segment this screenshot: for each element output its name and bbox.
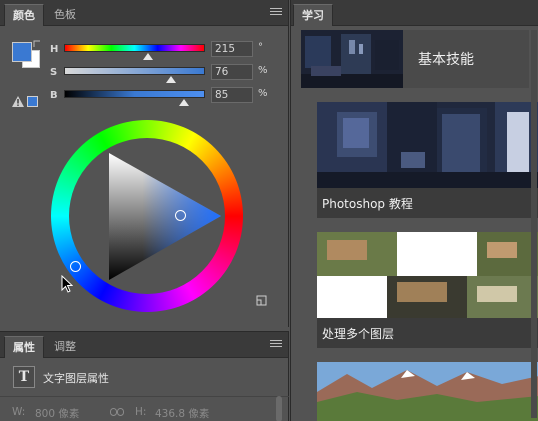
brightness-slider-track[interactable] xyxy=(64,90,205,98)
panel-menu-icon[interactable] xyxy=(270,8,282,17)
card-title: 处理多个图层 xyxy=(322,327,395,341)
card-thumbnail xyxy=(317,232,538,318)
learn-card-multiple-layers[interactable]: 处理多个图层 xyxy=(317,232,538,348)
properties-scrollbar[interactable] xyxy=(276,396,282,421)
height-label: H: xyxy=(135,406,147,418)
card-title: 基本技能 xyxy=(418,52,474,68)
type-layer-icon: T xyxy=(13,366,35,388)
learn-scrollbar[interactable] xyxy=(531,30,537,418)
properties-panel-tabbar: 属性 调整 xyxy=(0,332,288,358)
height-value[interactable]: 436.8 像素 xyxy=(155,406,209,421)
brightness-slider-thumb[interactable] xyxy=(178,99,189,106)
learn-panel-tabbar: 学习 xyxy=(291,0,538,26)
learn-panel: 学习 基本技能 Photoshop 教程 处理多个图层 xyxy=(290,0,538,421)
web-safe-color-swatch[interactable] xyxy=(27,96,38,107)
tab-swatches[interactable]: 色板 xyxy=(46,4,84,26)
brightness-label: B xyxy=(50,90,58,101)
saturation-unit: % xyxy=(258,65,268,76)
foreground-color-swatch[interactable] xyxy=(12,42,32,62)
swap-colors-icon[interactable] xyxy=(33,40,41,48)
panel-menu-icon[interactable] xyxy=(270,340,282,349)
saturation-brightness-triangle[interactable] xyxy=(51,120,243,312)
saturation-value-input[interactable]: 76 xyxy=(211,64,253,80)
triangle-picker-marker[interactable] xyxy=(175,210,186,221)
brightness-unit: % xyxy=(258,88,268,99)
saturation-label: S xyxy=(50,67,58,78)
card-thumbnail xyxy=(317,102,538,188)
card-title: Photoshop 教程 xyxy=(322,197,413,211)
hue-ring-marker[interactable] xyxy=(70,261,81,272)
saturation-slider-track[interactable] xyxy=(64,67,205,75)
color-cube-icon[interactable] xyxy=(256,295,267,306)
width-value[interactable]: 800 像素 xyxy=(35,406,79,421)
hue-label: H xyxy=(50,44,59,55)
hue-unit: ° xyxy=(258,42,263,53)
learn-card-basic-skills[interactable]: 基本技能 xyxy=(301,30,529,88)
color-panel-tabbar: 颜色 色板 xyxy=(0,0,288,26)
learn-card-photoshop-tutorial[interactable]: Photoshop 教程 xyxy=(317,102,538,218)
tab-color[interactable]: 颜色 xyxy=(4,4,44,26)
card-thumbnail xyxy=(317,362,538,421)
saturation-slider-thumb[interactable] xyxy=(166,76,177,83)
width-label: W: xyxy=(12,406,26,418)
brightness-value-input[interactable]: 85 xyxy=(211,87,253,103)
card-thumbnail xyxy=(301,30,403,88)
link-icon[interactable] xyxy=(110,408,124,416)
tab-adjustments[interactable]: 调整 xyxy=(46,336,84,358)
learn-card-landscape[interactable] xyxy=(317,362,538,421)
hue-slider-track[interactable] xyxy=(64,44,205,52)
out-of-gamut-warning-icon[interactable] xyxy=(12,96,24,107)
color-panel: 颜色 色板 H 215 ° S 76 % B 85 % xyxy=(0,0,289,327)
hue-slider-thumb[interactable] xyxy=(143,53,154,60)
hue-value-input[interactable]: 215 xyxy=(211,41,253,57)
properties-panel: 属性 调整 T 文字图层属性 W: 800 像素 H: 436.8 像素 xyxy=(0,331,289,421)
mouse-pointer-icon xyxy=(61,275,73,293)
tab-learn[interactable]: 学习 xyxy=(293,4,333,26)
section-title: 文字图层属性 xyxy=(43,372,109,385)
tab-properties[interactable]: 属性 xyxy=(4,336,44,358)
divider xyxy=(0,396,289,397)
